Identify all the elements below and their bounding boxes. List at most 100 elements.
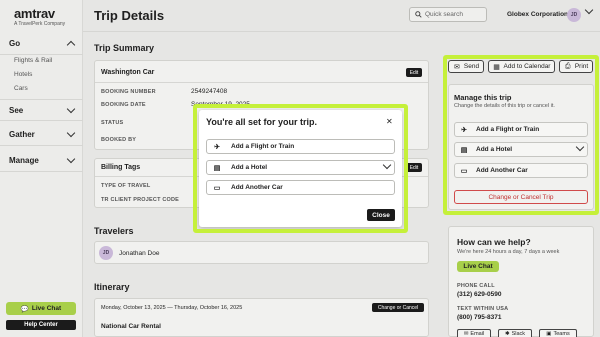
phone-number[interactable]: (312) 629-0590 bbox=[457, 291, 501, 298]
edit-billing-button[interactable]: Edit bbox=[406, 163, 422, 172]
car-icon: ▭ bbox=[460, 167, 468, 175]
nav-section-label: See bbox=[9, 105, 24, 115]
org-name[interactable]: Globex Corporation bbox=[507, 11, 568, 18]
modal-title: You're all set for your trip. bbox=[206, 117, 317, 127]
teams-icon: ▣ bbox=[546, 331, 552, 337]
add-flight-button[interactable]: ✈ Add a Flight or Train bbox=[454, 122, 588, 137]
printer-icon: ⎙ bbox=[565, 62, 571, 70]
manage-title: Manage this trip bbox=[454, 93, 512, 102]
add-flight-label: Add a Flight or Train bbox=[476, 126, 540, 133]
email-button[interactable]: ✉ Email bbox=[457, 329, 491, 337]
manage-subtitle: Change the details of this trip or cance… bbox=[454, 103, 555, 109]
project-code-label: TR CLIENT PROJECT CODE bbox=[101, 197, 180, 203]
modal-add-car-label: Add Another Car bbox=[231, 184, 283, 191]
itinerary-dates: Monday, October 13, 2025 — Thursday, Oct… bbox=[101, 305, 243, 311]
modal-close-button[interactable]: Close bbox=[367, 209, 395, 221]
modal-add-flight-label: Add a Flight or Train bbox=[231, 143, 295, 150]
chevron-down-icon[interactable] bbox=[584, 5, 594, 15]
nav-section-label: Gather bbox=[9, 130, 35, 139]
chevron-down-icon bbox=[66, 154, 76, 164]
car-title: Washington Car bbox=[101, 69, 155, 76]
modal-add-flight-button[interactable]: ✈ Add a Flight or Train bbox=[206, 139, 395, 154]
phone-label: PHONE CALL bbox=[457, 283, 495, 289]
plane-train-icon: ✈ bbox=[214, 143, 220, 151]
send-button[interactable]: ✉ Send bbox=[448, 60, 484, 73]
chat-icon: 💬 bbox=[20, 305, 29, 313]
text-number[interactable]: (800) 795-8371 bbox=[457, 314, 501, 321]
booked-by-label: BOOKED BY bbox=[101, 137, 137, 143]
live-chat-label: Live Chat bbox=[31, 305, 62, 312]
plane-train-icon: ✈ bbox=[461, 126, 467, 134]
booking-date-label: BOOKING DATE bbox=[101, 102, 146, 108]
chevron-down-icon bbox=[382, 160, 392, 170]
modal-add-hotel-button[interactable]: ▤ Add a Hotel bbox=[206, 160, 395, 175]
calendar-label: Add to Calendar bbox=[503, 63, 551, 70]
nav-section-manage[interactable]: Manage bbox=[0, 150, 83, 172]
travelers-heading: Travelers bbox=[94, 226, 134, 236]
traveler-name[interactable]: Jonathan Doe bbox=[119, 250, 159, 257]
status-label: STATUS bbox=[101, 120, 124, 126]
avatar[interactable]: JD bbox=[567, 8, 581, 22]
search-placeholder: Quick search bbox=[425, 11, 463, 18]
calendar-icon: ▦ bbox=[493, 63, 500, 71]
print-button[interactable]: ⎙ Print bbox=[559, 60, 593, 73]
help-center-button[interactable]: Help Center bbox=[6, 320, 76, 330]
chevron-down-icon bbox=[66, 128, 76, 138]
add-car-button[interactable]: ▭ Add Another Car bbox=[454, 163, 588, 178]
trip-summary-heading: Trip Summary bbox=[94, 43, 155, 53]
billing-heading: Billing Tags bbox=[101, 164, 141, 171]
print-label: Print bbox=[574, 63, 589, 70]
search-icon bbox=[415, 11, 422, 18]
nav-item-hotels[interactable]: Hotels bbox=[14, 71, 32, 78]
itinerary-heading: Itinerary bbox=[94, 282, 130, 292]
help-title: How can we help? bbox=[457, 237, 531, 247]
slack-icon: ✱ bbox=[504, 331, 510, 337]
close-icon[interactable]: ✕ bbox=[386, 117, 393, 126]
chevron-down-icon bbox=[66, 104, 76, 113]
nav-section-gather[interactable]: Gather bbox=[0, 124, 83, 146]
add-to-calendar-button[interactable]: ▦ Add to Calendar bbox=[488, 60, 555, 73]
add-hotel-label: Add a Hotel bbox=[476, 146, 513, 153]
nav-item-flights[interactable]: Flights & Rail bbox=[14, 57, 52, 64]
slack-button[interactable]: ✱ Slack bbox=[498, 329, 532, 337]
nav-section-go[interactable]: Go bbox=[0, 33, 83, 55]
hotel-icon: ▤ bbox=[460, 146, 468, 154]
teams-button[interactable]: ▣ Teams bbox=[539, 329, 577, 337]
travel-type-label: TYPE OF TRAVEL bbox=[101, 183, 151, 189]
change-or-cancel-button[interactable]: Change or Cancel bbox=[372, 303, 424, 312]
help-subtitle: We're here 24 hours a day, 7 days a week bbox=[457, 249, 560, 255]
trip-ready-modal: You're all set for your trip. ✕ ✈ Add a … bbox=[199, 110, 402, 227]
chevron-down-icon bbox=[575, 142, 585, 152]
booking-number-label: BOOKING NUMBER bbox=[101, 89, 156, 95]
hotel-icon: ▤ bbox=[213, 164, 221, 172]
edit-summary-button[interactable]: Edit bbox=[406, 68, 422, 77]
traveler-avatar: JD bbox=[99, 246, 113, 260]
booking-date-value: September 19, 2025 bbox=[191, 101, 250, 108]
add-car-label: Add Another Car bbox=[476, 167, 528, 174]
itinerary-item[interactable]: National Car Rental bbox=[101, 323, 161, 330]
car-icon: ▭ bbox=[213, 184, 221, 192]
traveler-card: JD Jonathan Doe bbox=[94, 241, 429, 264]
booking-number-value: 2549247408 bbox=[191, 88, 228, 95]
logo[interactable]: amtrav bbox=[14, 6, 55, 21]
sidebar: amtrav A TravelPerk Company Go Flights &… bbox=[0, 0, 83, 337]
modal-add-hotel-label: Add a Hotel bbox=[231, 164, 268, 171]
add-hotel-button[interactable]: ▤ Add a Hotel bbox=[454, 142, 588, 157]
envelope-icon: ✉ bbox=[463, 331, 469, 337]
chevron-up-icon bbox=[66, 40, 76, 50]
nav-item-cars[interactable]: Cars bbox=[14, 85, 28, 92]
page-title: Trip Details bbox=[94, 8, 165, 23]
modal-add-car-button[interactable]: ▭ Add Another Car bbox=[206, 180, 395, 195]
search-input[interactable]: Quick search bbox=[409, 7, 487, 22]
envelope-icon: ✉ bbox=[453, 63, 460, 71]
change-or-cancel-trip-button[interactable]: Change or Cancel Trip bbox=[454, 190, 588, 204]
nav-section-label: Go bbox=[9, 39, 21, 48]
itinerary-card: Monday, October 13, 2025 — Thursday, Oct… bbox=[94, 298, 429, 337]
slack-label: Slack bbox=[511, 331, 526, 337]
nav-section-label: Manage bbox=[9, 156, 39, 165]
sidebar-live-chat-button[interactable]: 💬 Live Chat bbox=[6, 302, 76, 315]
nav-section-see[interactable]: See bbox=[0, 99, 83, 121]
help-live-chat-button[interactable]: Live Chat bbox=[457, 261, 499, 272]
teams-label: Teams bbox=[553, 331, 570, 337]
email-label: Email bbox=[470, 331, 485, 337]
